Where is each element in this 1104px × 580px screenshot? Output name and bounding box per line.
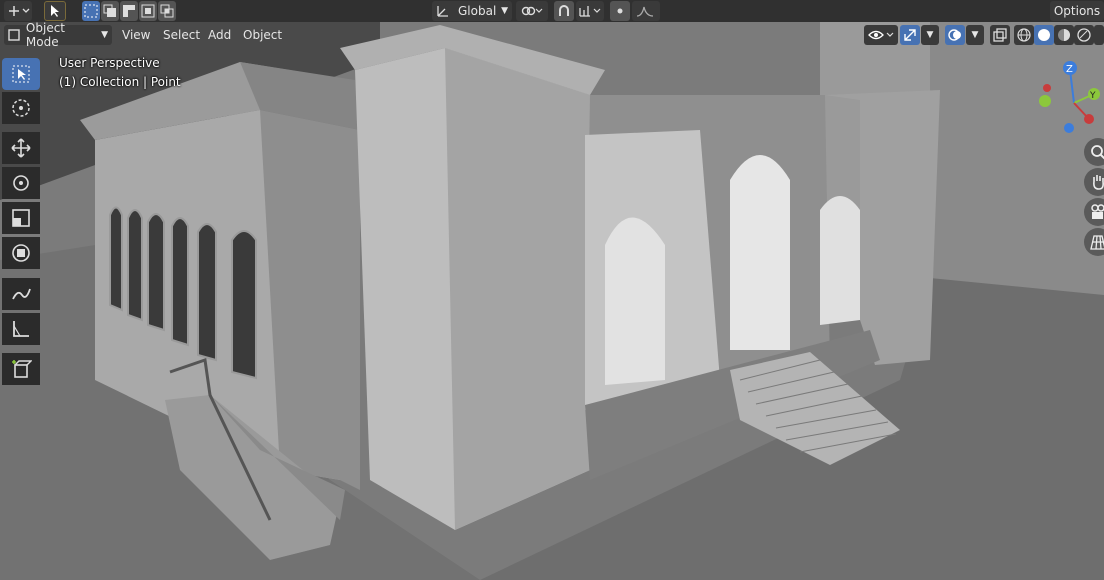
y-axis-label: Y (1089, 91, 1096, 101)
select-new-icon (84, 4, 98, 18)
camera-icon (1091, 204, 1104, 219)
editor-type-button[interactable] (4, 1, 32, 21)
select-invert-icon (141, 4, 155, 18)
gizmo-toggle[interactable] (900, 25, 920, 45)
x-axis-handle[interactable] (1084, 114, 1094, 124)
falloff-curve-icon (636, 6, 654, 17)
overlays-toggle[interactable] (945, 25, 965, 45)
measure-tool[interactable] (2, 313, 40, 345)
transform-tool[interactable] (2, 237, 40, 269)
select-mode-button[interactable] (44, 1, 66, 21)
magnet-icon (559, 5, 569, 16)
gizmo-icon (904, 29, 916, 41)
rendered-sphere-icon (1077, 28, 1091, 42)
options-label: Options (1053, 4, 1101, 18)
axis-cursor-icon (9, 6, 30, 16)
measure-icon (13, 321, 29, 337)
overlays-icon (948, 29, 961, 41)
orientation-icon (437, 6, 448, 17)
neg-z-axis-handle[interactable] (1064, 123, 1074, 133)
selection-set-button[interactable] (82, 1, 100, 21)
navigation-gizmo[interactable]: Z Y (1030, 58, 1104, 138)
zoom-button[interactable] (1084, 138, 1104, 166)
visibility-dropdown[interactable] (864, 25, 898, 45)
chevron-down-icon: ▼ (926, 30, 934, 40)
solid-sphere-icon (1038, 29, 1050, 41)
move-tool[interactable] (2, 132, 40, 164)
shading-wireframe-button[interactable] (1014, 25, 1034, 45)
menu-add[interactable]: Add (203, 25, 236, 45)
menu-view[interactable]: View (117, 25, 155, 45)
pan-button[interactable] (1084, 168, 1104, 196)
gizmo-dropdown[interactable]: ▼ (921, 25, 939, 45)
wireframe-icon (1017, 28, 1031, 42)
select-subtract-icon (123, 5, 135, 17)
select-box-icon (12, 65, 30, 83)
zoom-icon (1091, 145, 1104, 160)
annotate-tool[interactable] (2, 278, 40, 310)
add-cube-icon (12, 360, 32, 378)
rotate-tool[interactable] (2, 167, 40, 199)
orientation-label: Global (458, 4, 497, 18)
selection-intersect-button[interactable] (158, 1, 176, 21)
tool-header: Global ▼ Options (0, 0, 1104, 22)
selection-invert-button[interactable] (139, 1, 157, 21)
chevron-down-icon: ▼ (501, 6, 508, 16)
xray-toggle[interactable] (990, 25, 1010, 45)
transform-orientation-dropdown[interactable]: Global ▼ (432, 1, 512, 21)
move-icon (11, 138, 31, 158)
snap-target-dropdown[interactable] (576, 1, 604, 21)
snap-toggle[interactable] (554, 1, 574, 21)
rotate-icon (13, 175, 29, 191)
shading-rendered-button[interactable] (1074, 25, 1094, 45)
mode-dropdown[interactable]: Object Mode ▼ (4, 21, 112, 49)
neg-x-axis-handle[interactable] (1043, 84, 1051, 92)
link-icon (521, 6, 543, 16)
arrow-cursor-icon (51, 5, 59, 17)
pivot-point-dropdown[interactable] (516, 1, 548, 21)
select-intersect-icon (160, 4, 174, 18)
object-mode-icon (8, 29, 20, 41)
xray-icon (993, 28, 1007, 42)
shading-solid-button[interactable] (1034, 25, 1054, 45)
cursor-icon (12, 99, 30, 117)
annotate-icon (12, 288, 31, 300)
neg-y-axis-handle[interactable] (1039, 95, 1051, 107)
options-dropdown[interactable]: Options (1050, 1, 1104, 21)
dot-icon (617, 8, 623, 14)
scale-tool[interactable] (2, 202, 40, 234)
z-axis-label: Z (1066, 64, 1073, 75)
select-extend-icon (103, 4, 116, 17)
selection-subtract-button[interactable] (120, 1, 138, 21)
shading-material-button[interactable] (1054, 25, 1074, 45)
chevron-down-icon: ▼ (971, 30, 979, 40)
cursor-tool[interactable] (2, 92, 40, 124)
3d-viewport[interactable]: User Perspective (1) Collection | Point … (0, 22, 1104, 580)
overlays-dropdown[interactable]: ▼ (966, 25, 984, 45)
hand-icon (1093, 175, 1104, 190)
collection-label: (1) Collection | Point (59, 75, 181, 89)
proportional-edit-toggle[interactable] (610, 1, 630, 21)
select-box-tool[interactable] (2, 58, 40, 90)
add-cube-tool[interactable] (2, 353, 40, 385)
viewport-header: Object Mode ▼ View Select Add Object ▼ ▼ (0, 21, 1104, 49)
camera-view-button[interactable] (1084, 198, 1104, 226)
menu-object[interactable]: Object (238, 25, 287, 45)
scale-icon (12, 209, 30, 227)
material-sphere-icon (1058, 29, 1070, 41)
perspective-label: User Perspective (59, 56, 160, 70)
eye-icon (868, 30, 894, 40)
snap-increment-icon (579, 6, 601, 17)
ortho-toggle-button[interactable] (1084, 228, 1104, 256)
grid-icon (1090, 235, 1104, 250)
shading-dropdown[interactable] (1094, 25, 1104, 45)
selection-extend-button[interactable] (101, 1, 119, 21)
falloff-dropdown[interactable] (632, 1, 660, 21)
scene-render (0, 22, 1104, 580)
mode-label: Object Mode (25, 21, 66, 49)
menu-select[interactable]: Select (158, 25, 205, 45)
transform-icon (12, 244, 30, 262)
chevron-down-icon: ▼ (101, 30, 108, 40)
